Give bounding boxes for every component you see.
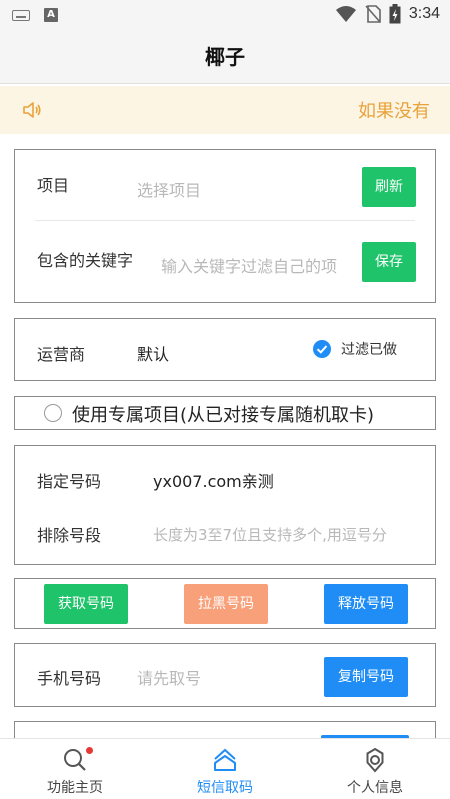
carrier-label: 运营商 — [37, 345, 86, 364]
get-number-button[interactable]: 获取号码 — [44, 584, 128, 624]
bottom-nav: 功能主页 短信取码 个人信息 — [0, 738, 450, 799]
project-select[interactable]: 选择项目 — [137, 177, 201, 201]
project-divider — [35, 220, 415, 221]
exclusive-radio[interactable] — [44, 404, 62, 422]
notice-text: 如果没有 — [358, 101, 430, 122]
project-label: 项目 — [37, 176, 70, 195]
status-bar: A 3:34 — [0, 0, 450, 30]
app-title: 椰子 — [205, 45, 245, 69]
battery-icon — [389, 4, 401, 24]
notification-dot — [86, 747, 93, 754]
carrier-select[interactable]: 默认 — [137, 341, 169, 365]
nav-sms-code-label: 短信取码 — [197, 780, 253, 796]
phone-number-field: 请先取号 — [137, 669, 202, 688]
exclude-segment-label: 排除号段 — [37, 526, 102, 545]
nav-personal-info[interactable]: 个人信息 — [300, 739, 450, 799]
wifi-icon — [335, 6, 356, 22]
speaker-icon — [23, 102, 41, 118]
blacklist-number-button[interactable]: 拉黑号码 — [184, 584, 268, 624]
nav-personal-info-label: 个人信息 — [347, 780, 403, 796]
filter-checkbox-icon[interactable] — [313, 340, 331, 358]
status-left: A — [12, 8, 58, 22]
gear-icon — [366, 747, 384, 773]
app-a-icon: A — [44, 8, 58, 22]
exclude-segment-input[interactable]: 长度为3至7位且支持多个,用逗号分 — [153, 524, 419, 545]
project-card: 项目 选择项目 刷新 包含的关键字 输入关键字过滤自己的项 保存 — [14, 149, 436, 303]
home-icon — [214, 748, 236, 771]
keyboard-icon — [12, 9, 30, 21]
assigned-number-label: 指定号码 — [37, 472, 102, 491]
exclusive-label: 使用专属项目(从已对接专属随机取卡) — [72, 405, 375, 426]
app-bar: 椰子 — [0, 30, 450, 84]
no-sim-icon — [365, 5, 381, 23]
phone-number-label: 手机号码 — [37, 669, 102, 688]
number-card: 指定号码 yx007.com亲测 排除号段 长度为3至7位且支持多个,用逗号分 — [14, 445, 436, 565]
exclusive-option[interactable]: 使用专属项目(从已对接专属随机取卡) — [14, 396, 436, 430]
notice-bar: 如果没有 — [0, 86, 450, 134]
filter-done-label[interactable]: 过滤已做 — [341, 339, 397, 359]
carrier-card: 运营商 默认 过滤已做 — [14, 318, 436, 381]
nav-function-home-label: 功能主页 — [47, 780, 103, 796]
search-icon — [64, 749, 86, 771]
nav-function-home[interactable]: 功能主页 — [0, 739, 150, 799]
status-right: 3:34 — [335, 4, 440, 24]
action-card: 获取号码 拉黑号码 释放号码 — [14, 578, 436, 629]
nav-sms-code[interactable]: 短信取码 — [150, 739, 300, 799]
refresh-button[interactable]: 刷新 — [362, 167, 416, 207]
status-time: 3:34 — [408, 5, 440, 22]
save-button[interactable]: 保存 — [362, 242, 416, 282]
copy-number-button[interactable]: 复制号码 — [324, 657, 408, 697]
phone-card: 手机号码 请先取号 复制号码 — [14, 643, 436, 707]
keyword-label: 包含的关键字 — [37, 251, 134, 270]
assigned-number-input[interactable]: yx007.com亲测 — [153, 468, 274, 492]
release-number-button[interactable]: 释放号码 — [324, 584, 408, 624]
keyword-input[interactable]: 输入关键字过滤自己的项 — [161, 253, 353, 277]
